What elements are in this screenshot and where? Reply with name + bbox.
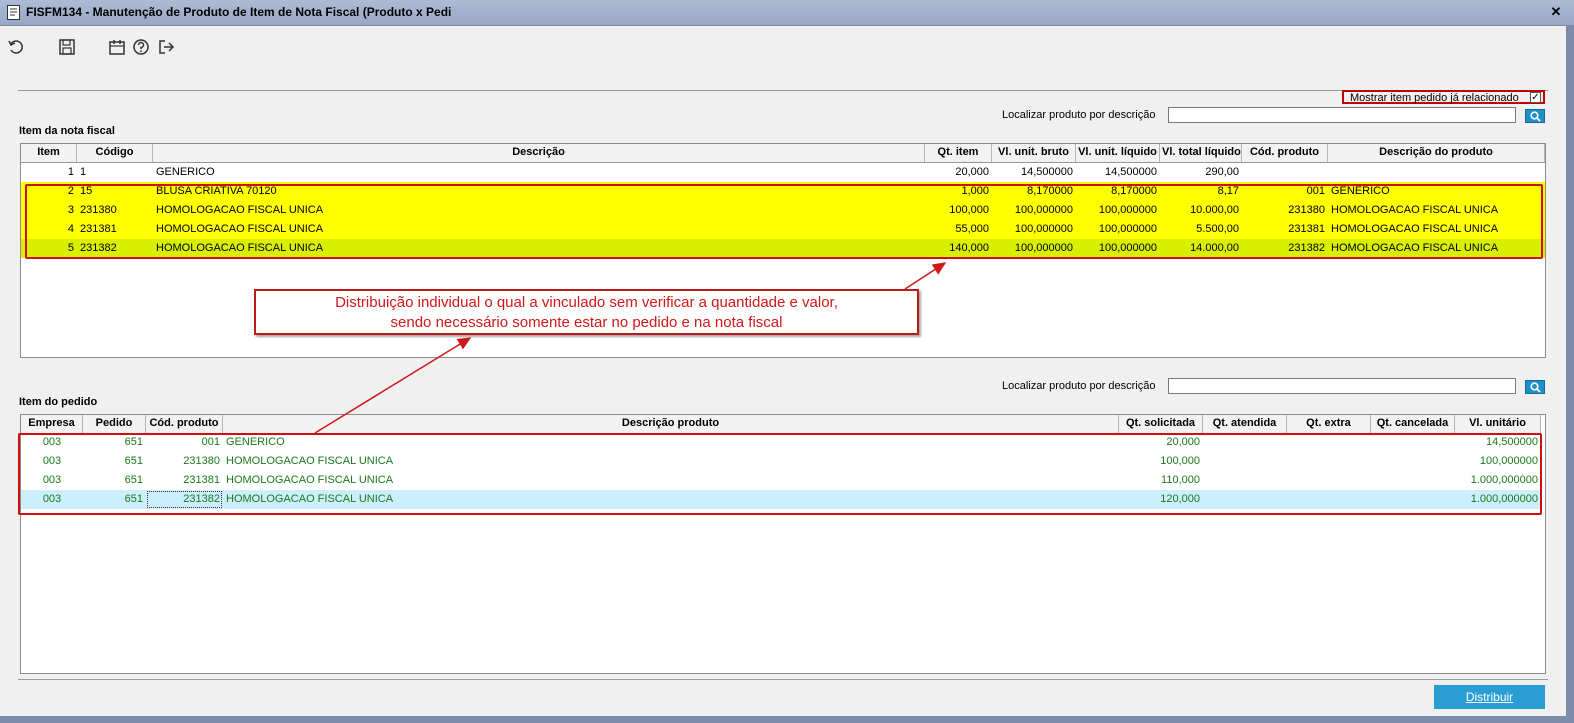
annotation-line-1: Distribuição individual o qual a vincula…	[335, 294, 838, 311]
column-header[interactable]: Qt. extra	[1287, 415, 1371, 433]
column-header[interactable]: Empresa	[21, 415, 83, 433]
search-icon	[1530, 382, 1541, 393]
column-header[interactable]: Vl. unit. bruto	[992, 144, 1076, 162]
column-header[interactable]: Descrição	[153, 144, 925, 162]
table-cell: 14,500000	[1105, 166, 1157, 178]
table-cell	[1328, 163, 1545, 182]
show-related-checkbox[interactable]: ✓	[1530, 92, 1541, 103]
table-row[interactable]: 1 1 GENERICO 20,000 14,500000 14,500000 290,00	[21, 163, 1545, 182]
distribuir-button[interactable]: Distribuir	[1434, 685, 1545, 709]
pedido-section-label: Item do pedido	[19, 396, 98, 408]
pedido-grid-header: Empresa Pedido Cód. produto Descrição produ…	[21, 415, 1541, 434]
close-icon[interactable]: ✕	[1549, 5, 1563, 19]
table-cell: 20,000	[955, 166, 989, 178]
search-pedido-input[interactable]	[1168, 378, 1516, 394]
search-pedido-button[interactable]	[1525, 380, 1545, 394]
table-cell: 1	[67, 166, 74, 178]
document-icon	[7, 5, 20, 20]
search-nf-button[interactable]	[1525, 109, 1545, 123]
column-header[interactable]: Cód. produto	[146, 415, 223, 433]
column-header[interactable]: Vl. unitário	[1455, 415, 1541, 433]
window-border-bottom	[0, 716, 1574, 723]
window-title: FISFM134 - Manutenção de Produto de Item…	[26, 5, 452, 19]
table-cell: 290,00	[1205, 166, 1239, 178]
nota-fiscal-grid-header: Item Código Descrição Qt. item Vl. unit. bru…	[21, 144, 1545, 163]
column-header[interactable]: Cód. produto	[1242, 144, 1328, 162]
column-header[interactable]: Vl. unit. líquido	[1076, 144, 1160, 162]
calendar-icon[interactable]	[108, 38, 126, 56]
pedido-rows-highlight	[18, 433, 1542, 515]
column-header[interactable]: Pedido	[83, 415, 146, 433]
column-header[interactable]: Item	[21, 144, 77, 162]
show-related-label: Mostrar item pedido já relacionado	[1350, 92, 1519, 104]
nota-fiscal-section-label: Item da nota fiscal	[19, 125, 115, 137]
search-nf-label: Localizar produto por descrição	[1002, 109, 1156, 121]
exit-icon[interactable]	[157, 38, 175, 56]
nota-fiscal-rows-highlight	[25, 184, 1543, 259]
table-cell: 1	[80, 166, 87, 178]
save-icon[interactable]	[58, 38, 76, 56]
column-header[interactable]: Qt. solicitada	[1119, 415, 1203, 433]
annotation-callout: Distribuição individual o qual a vincula…	[254, 289, 919, 335]
search-pedido-label: Localizar produto por descrição	[1002, 380, 1156, 392]
column-header[interactable]: Qt. item	[925, 144, 992, 162]
column-header[interactable]: Qt. atendida	[1203, 415, 1287, 433]
search-icon	[1530, 111, 1541, 122]
table-cell: GENERICO	[156, 166, 215, 178]
window-border-right	[1566, 26, 1574, 723]
annotation-line-2: sendo necessário somente estar no pedido…	[390, 314, 783, 331]
column-header[interactable]: Qt. cancelada	[1371, 415, 1455, 433]
footer-separator	[18, 679, 1548, 680]
title-bar: FISFM134 - Manutenção de Produto de Item…	[0, 0, 1574, 26]
column-header[interactable]: Descrição produto	[223, 415, 1119, 433]
table-cell	[1242, 163, 1328, 182]
column-header[interactable]: Descrição do produto	[1328, 144, 1545, 162]
column-header[interactable]: Vl. total líquido	[1160, 144, 1242, 162]
help-icon[interactable]	[132, 38, 150, 56]
separator	[18, 90, 1548, 91]
table-cell: 14,500000	[1021, 166, 1073, 178]
search-nf-input[interactable]	[1168, 107, 1516, 123]
column-header[interactable]: Código	[77, 144, 153, 162]
undo-icon[interactable]	[7, 38, 25, 56]
